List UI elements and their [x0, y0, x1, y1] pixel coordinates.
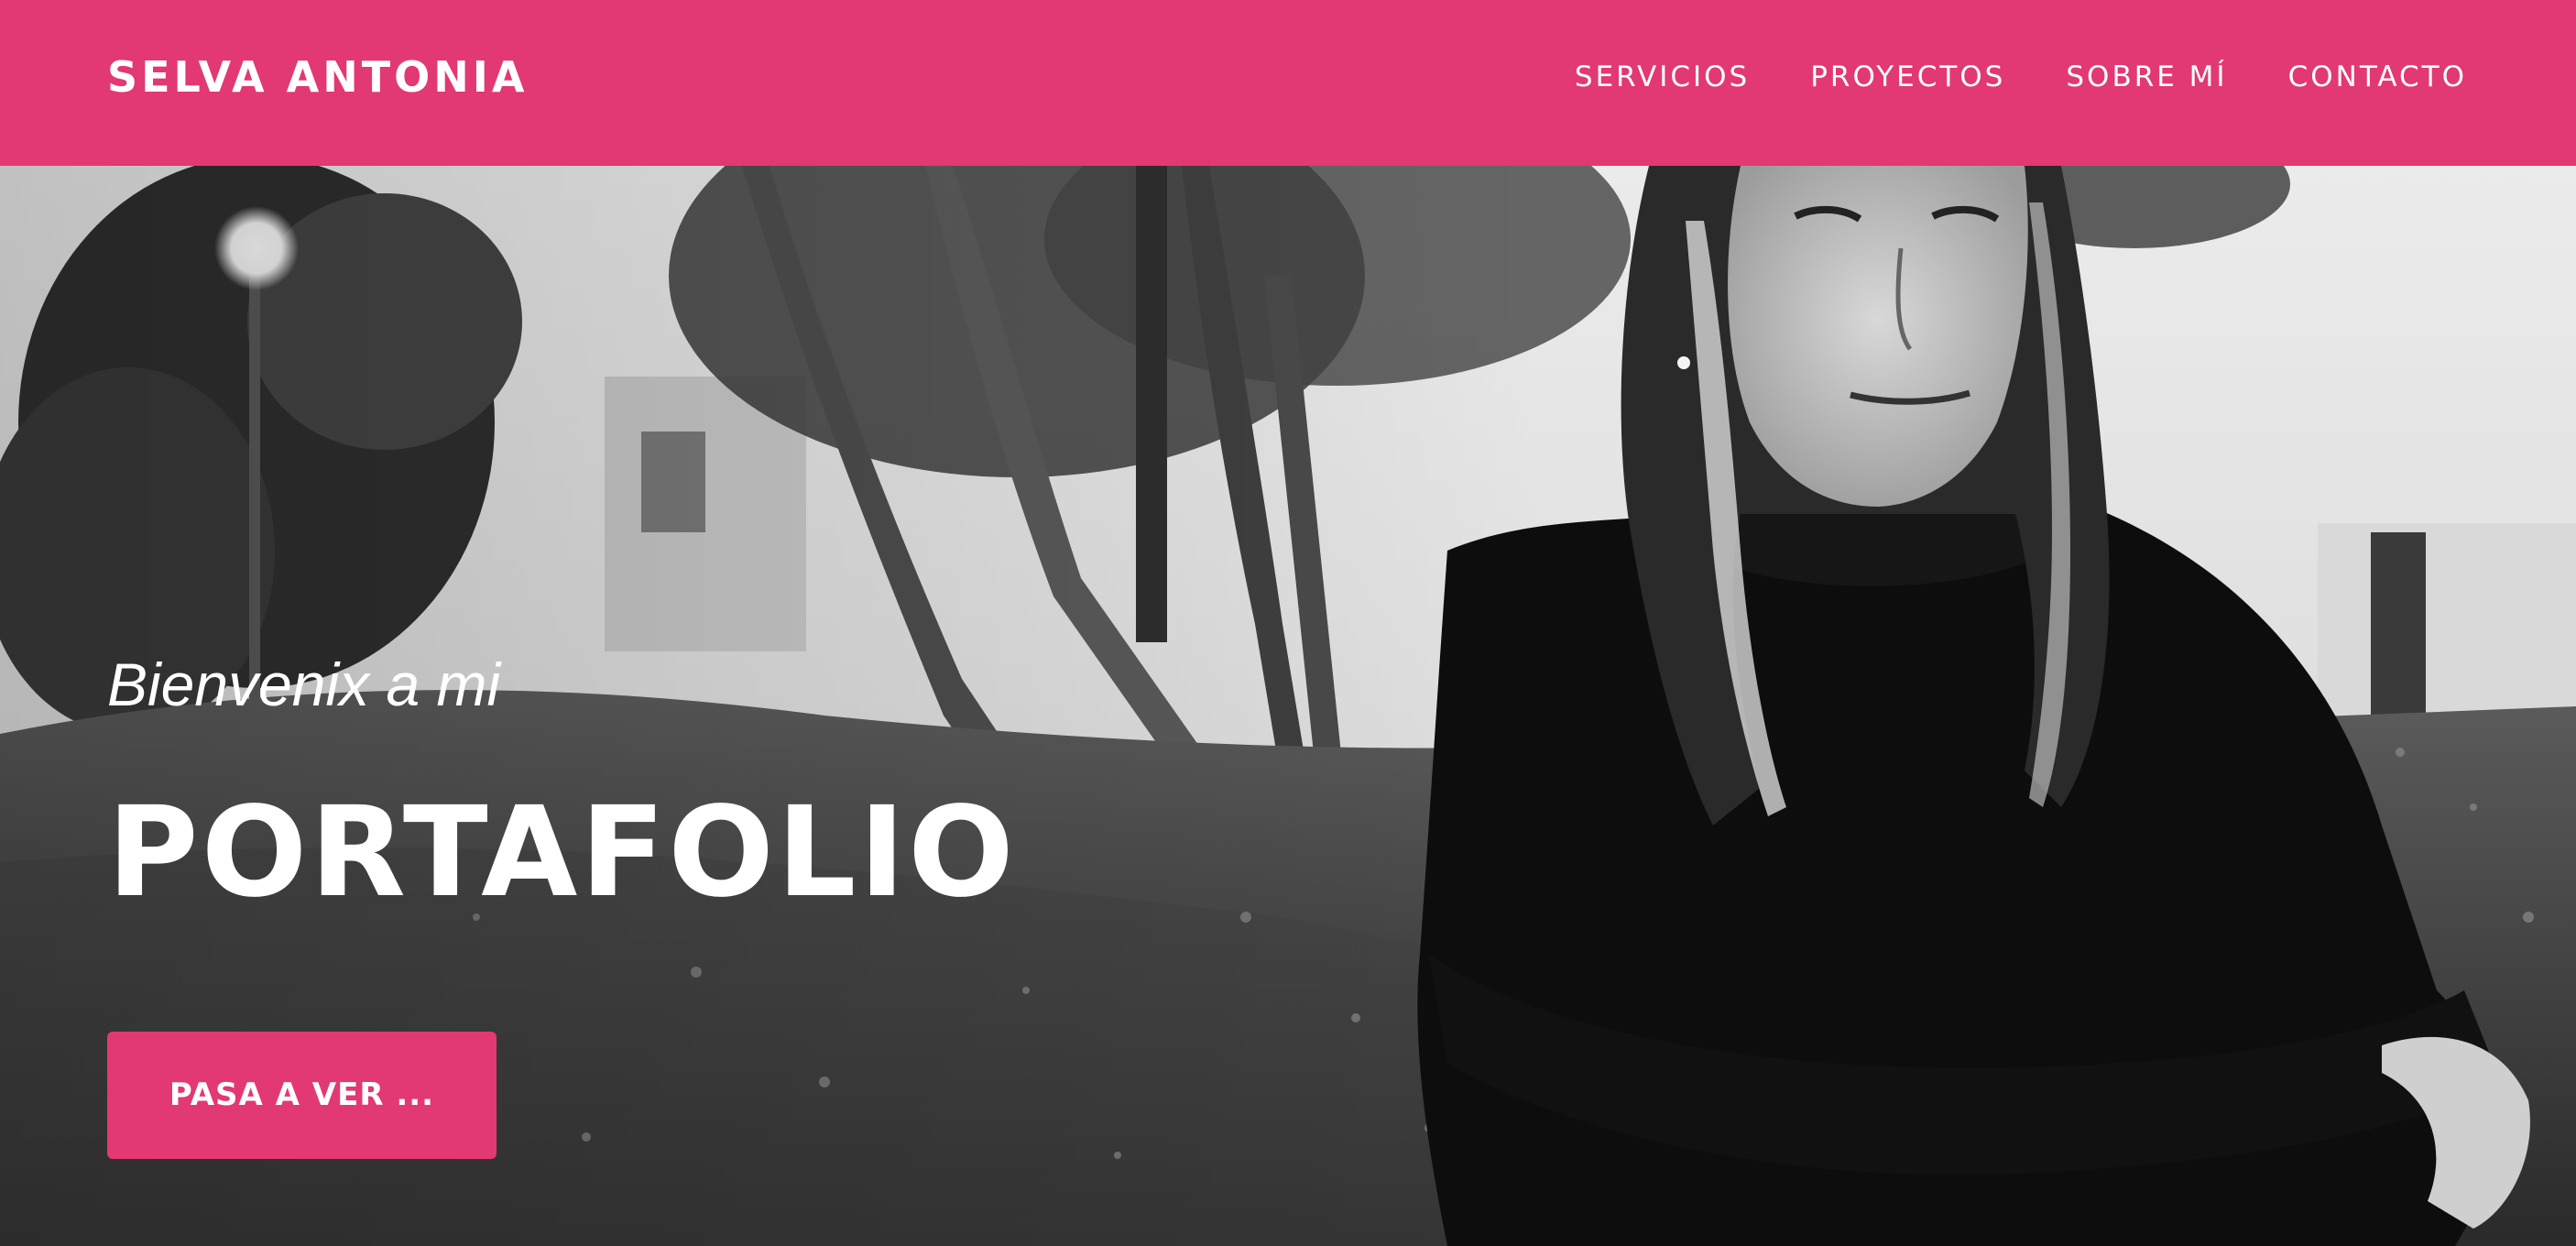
- nav-link-contacto[interactable]: CONTACTO: [2288, 57, 2467, 97]
- main-nav: SERVICIOS PROYECTOS SOBRE MÍ CONTACTO: [1575, 57, 2467, 97]
- top-navbar: SELVA ANTONIA SERVICIOS PROYECTOS SOBRE …: [0, 0, 2576, 166]
- nav-link-proyectos[interactable]: PROYECTOS: [1810, 57, 2005, 97]
- hero-welcome-text: Bienvenix a mi: [107, 650, 501, 718]
- cta-button[interactable]: PASA A VER ...: [107, 1032, 497, 1159]
- nav-link-sobre-mi[interactable]: SOBRE MÍ: [2066, 57, 2227, 97]
- nav-link-servicios[interactable]: SERVICIOS: [1575, 57, 1750, 97]
- site-logo[interactable]: SELVA ANTONIA: [107, 51, 528, 103]
- hero-section: Bienvenix a mi PORTAFOLIO PASA A VER ...: [0, 166, 2576, 1246]
- hero-headline: PORTAFOLIO: [107, 781, 1017, 925]
